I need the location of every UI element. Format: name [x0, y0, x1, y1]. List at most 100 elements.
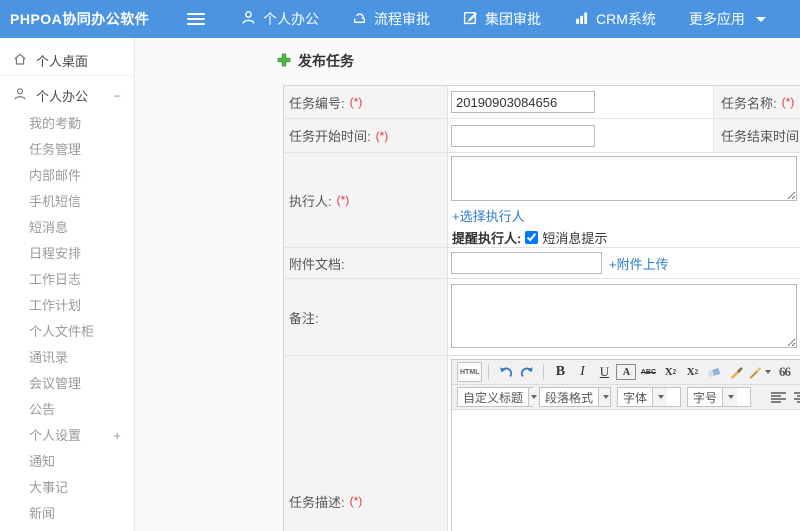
undo-icon[interactable] — [495, 362, 515, 382]
nav-personal-office[interactable]: 个人办公 — [241, 9, 319, 29]
caret-down-icon — [765, 370, 772, 374]
redo-icon[interactable] — [517, 362, 537, 382]
html-source-button[interactable]: HTML — [457, 362, 483, 382]
add-icon — [277, 53, 291, 70]
end-time-label: 任务结束时间:(*) — [713, 119, 800, 152]
sidebar-item-meeting[interactable]: 会议管理 — [0, 371, 134, 397]
sidebar-item-announcement[interactable]: 公告 — [0, 397, 134, 423]
sidebar-item-notice[interactable]: 通知 — [0, 449, 134, 475]
task-no-input[interactable] — [451, 91, 595, 113]
text-style-button[interactable]: A — [616, 364, 637, 380]
required-mark: (*) — [349, 494, 363, 508]
align-left-icon[interactable] — [771, 391, 786, 403]
eraser-icon[interactable] — [704, 362, 724, 382]
required-mark: (*) — [349, 95, 363, 109]
sidebar-item-work-plan[interactable]: 工作计划 — [0, 293, 134, 319]
nav-more-apps[interactable]: 更多应用 — [689, 9, 766, 29]
underline-button[interactable]: U — [594, 362, 614, 382]
magic-wand-icon[interactable] — [748, 362, 772, 382]
publish-task-form: 任务编号:(*) 任务名称:(*) 任务开始时间:(*) 任务结束时间: — [283, 85, 800, 531]
caret-down-icon — [528, 388, 538, 406]
process-icon — [352, 10, 367, 28]
table-row: 任务编号:(*) 任务名称:(*) — [284, 86, 800, 119]
task-no-label: 任务编号: (*) — [284, 86, 448, 118]
sidebar-item-internal-mail[interactable]: 内部邮件 — [0, 163, 134, 189]
start-time-input[interactable] — [451, 124, 595, 147]
sidebar-item-task-management[interactable]: 任务管理 — [0, 137, 134, 163]
attachment-upload-link[interactable]: +附件上传 — [609, 254, 669, 273]
required-mark: (*) — [336, 193, 350, 207]
task-name-label: 任务名称: (*) — [713, 86, 800, 118]
bar-chart-icon — [574, 10, 589, 28]
italic-button[interactable]: I — [572, 362, 592, 382]
sidebar-item-contacts[interactable]: 通讯录 — [0, 345, 134, 371]
table-row: 备注: — [284, 279, 800, 356]
collapse-icon[interactable]: − — [113, 88, 121, 103]
user-icon — [241, 10, 256, 28]
strikethrough-button[interactable]: ABC — [638, 362, 658, 382]
sidebar-item-desktop[interactable]: 个人桌面 — [0, 45, 134, 76]
executor-label: 执行人: (*) — [284, 153, 448, 247]
format-brush-icon[interactable] — [726, 362, 746, 382]
sidebar-item-news[interactable]: 新闻 — [0, 501, 134, 527]
expand-icon[interactable]: + — [113, 423, 121, 449]
start-time-label: 任务开始时间: (*) — [284, 119, 448, 152]
nav-crm-system[interactable]: CRM系统 — [574, 9, 656, 29]
editor-toolbar-row1: HTML B I U A ABC X 2 X 2 66 — [452, 360, 800, 385]
attachment-label: 附件文档: — [284, 248, 448, 278]
sidebar: 个人桌面 个人办公 − 我的考勤 任务管理 内部邮件 手机短信 短消息 日程安排… — [0, 38, 135, 531]
sidebar-item-file-cabinet[interactable]: 个人文件柜 — [0, 319, 134, 345]
sidebar-item-short-message[interactable]: 短消息 — [0, 215, 134, 241]
sidebar-item-personal-settings[interactable]: 个人设置 + — [0, 423, 134, 449]
editor-content-area[interactable] — [452, 410, 800, 531]
font-size-select[interactable]: 字号 — [687, 387, 751, 407]
edit-square-icon — [463, 10, 478, 28]
paragraph-format-select[interactable]: 段落格式 — [539, 387, 611, 407]
table-row: 任务开始时间:(*) 任务结束时间:(*) — [284, 119, 800, 153]
sms-remind-label: 短消息提示 — [542, 231, 608, 246]
remark-label: 备注: — [284, 279, 448, 355]
remind-executor-label: 提醒执行人: — [452, 231, 522, 246]
paste-text-icon[interactable]: T — [796, 362, 800, 382]
sidebar-item-sms[interactable]: 手机短信 — [0, 189, 134, 215]
remark-textarea[interactable] — [451, 284, 797, 348]
font-family-select[interactable]: 字体 — [617, 387, 681, 407]
sidebar-item-personal-office[interactable]: 个人办公 − — [0, 80, 134, 111]
blockquote-button[interactable]: 66 — [774, 362, 794, 382]
top-nav: 个人办公 流程审批 集团审批 CRM系统 更多应用 — [241, 9, 799, 29]
rich-text-editor: HTML B I U A ABC X 2 X 2 66 自定义标题 段落格式 字… — [451, 359, 800, 531]
caret-down-icon — [722, 388, 738, 406]
executor-textarea[interactable] — [451, 156, 797, 201]
main-content: 发布任务 任务编号:(*) 任务名称:(*) 任务开始时间:(*) — [135, 38, 800, 531]
table-row: 附件文档: +附件上传 — [284, 248, 800, 279]
table-row: 执行人: (*) +选择执行人 提醒执行人: 短消息提示 — [284, 153, 800, 248]
bold-button[interactable]: B — [550, 362, 570, 382]
superscript-button[interactable]: X2 — [660, 362, 680, 382]
nav-process-approval[interactable]: 流程审批 — [352, 9, 430, 29]
topbar: PHPOA协同办公软件 个人办公 流程审批 集团审批 CRM系统 更多应用 — [0, 0, 800, 38]
sidebar-item-events[interactable]: 大事记 — [0, 475, 134, 501]
required-mark: (*) — [781, 95, 795, 109]
description-label: 任务描述: (*) — [284, 356, 448, 531]
choose-executor-link[interactable]: +选择执行人 — [452, 206, 525, 225]
caret-down-icon — [598, 388, 610, 406]
sidebar-item-schedule[interactable]: 日程安排 — [0, 241, 134, 267]
caret-down-icon — [652, 388, 668, 406]
caret-down-icon — [755, 16, 766, 22]
attachment-input[interactable] — [451, 252, 602, 274]
subscript-button[interactable]: X2 — [682, 362, 702, 382]
align-center-icon[interactable] — [794, 391, 800, 403]
page-title: 发布任务 — [277, 51, 354, 71]
editor-toolbar-row2: 自定义标题 段落格式 字体 字号 — [452, 385, 800, 410]
app-logo: PHPOA协同办公软件 — [10, 11, 150, 27]
nav-group-approval[interactable]: 集团审批 — [463, 9, 541, 29]
user-icon — [13, 87, 27, 104]
custom-title-select[interactable]: 自定义标题 — [457, 387, 538, 407]
sidebar-item-work-log[interactable]: 工作日志 — [0, 267, 134, 293]
table-row: 任务描述: (*) HTML B I U A ABC X 2 X 2 66 自定… — [284, 356, 800, 531]
home-icon — [13, 52, 27, 69]
required-mark: (*) — [375, 128, 389, 143]
sms-remind-checkbox[interactable] — [525, 231, 539, 244]
sidebar-item-attendance[interactable]: 我的考勤 — [0, 111, 134, 137]
hamburger-menu-icon[interactable] — [187, 10, 205, 28]
